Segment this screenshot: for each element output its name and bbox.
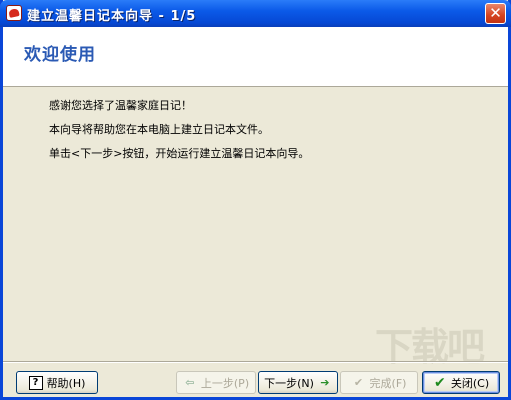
finish-button-label: 完成(F) <box>369 376 407 390</box>
wizard-window: 建立温馨日记本向导 - 1/5 ✕ 欢迎使用 感谢您选择了温馨家庭日记！ 本向导… <box>0 0 511 400</box>
next-button[interactable]: 下一步(N) ➔ <box>258 371 338 394</box>
window-title: 建立温馨日记本向导 - 1/5 <box>27 9 197 24</box>
page-title: 欢迎使用 <box>24 45 96 65</box>
wizard-body: 感谢您选择了温馨家庭日记！ 本向导将帮助您在本电脑上建立日记本文件。 单击<下一… <box>49 99 309 171</box>
help-button-label: 帮助(H) <box>46 376 86 390</box>
help-button[interactable]: ? 帮助(H) <box>16 371 98 394</box>
footer-divider <box>3 361 508 363</box>
finish-button[interactable]: ✔ 完成(F) <box>340 371 418 394</box>
prev-button[interactable]: ⇦ 上一步(P) <box>176 371 256 394</box>
close-button[interactable]: ✔ 关闭(C) <box>422 371 500 394</box>
next-button-label: 下一步(N) <box>264 376 314 390</box>
wizard-header: 欢迎使用 <box>3 27 508 87</box>
checkmark-icon: ✔ <box>433 374 446 391</box>
window-close-button[interactable]: ✕ <box>485 3 506 24</box>
arrow-left-icon: ⇦ <box>185 375 195 389</box>
checkmark-icon: ✔ <box>353 375 364 389</box>
diary-app-icon <box>6 5 22 21</box>
body-text-line: 感谢您选择了温馨家庭日记！ <box>49 99 192 112</box>
title-bar[interactable]: 建立温馨日记本向导 - 1/5 ✕ <box>0 0 511 27</box>
arrow-right-icon: ➔ <box>320 375 330 389</box>
help-icon: ? <box>28 375 43 390</box>
close-button-label: 关闭(C) <box>450 376 490 390</box>
prev-button-label: 上一步(P) <box>200 376 250 390</box>
body-text-line: 单击<下一步>按钮，开始运行建立温馨日记本向导。 <box>49 147 310 160</box>
body-text-line: 本向导将帮助您在本电脑上建立日记本文件。 <box>49 123 269 136</box>
